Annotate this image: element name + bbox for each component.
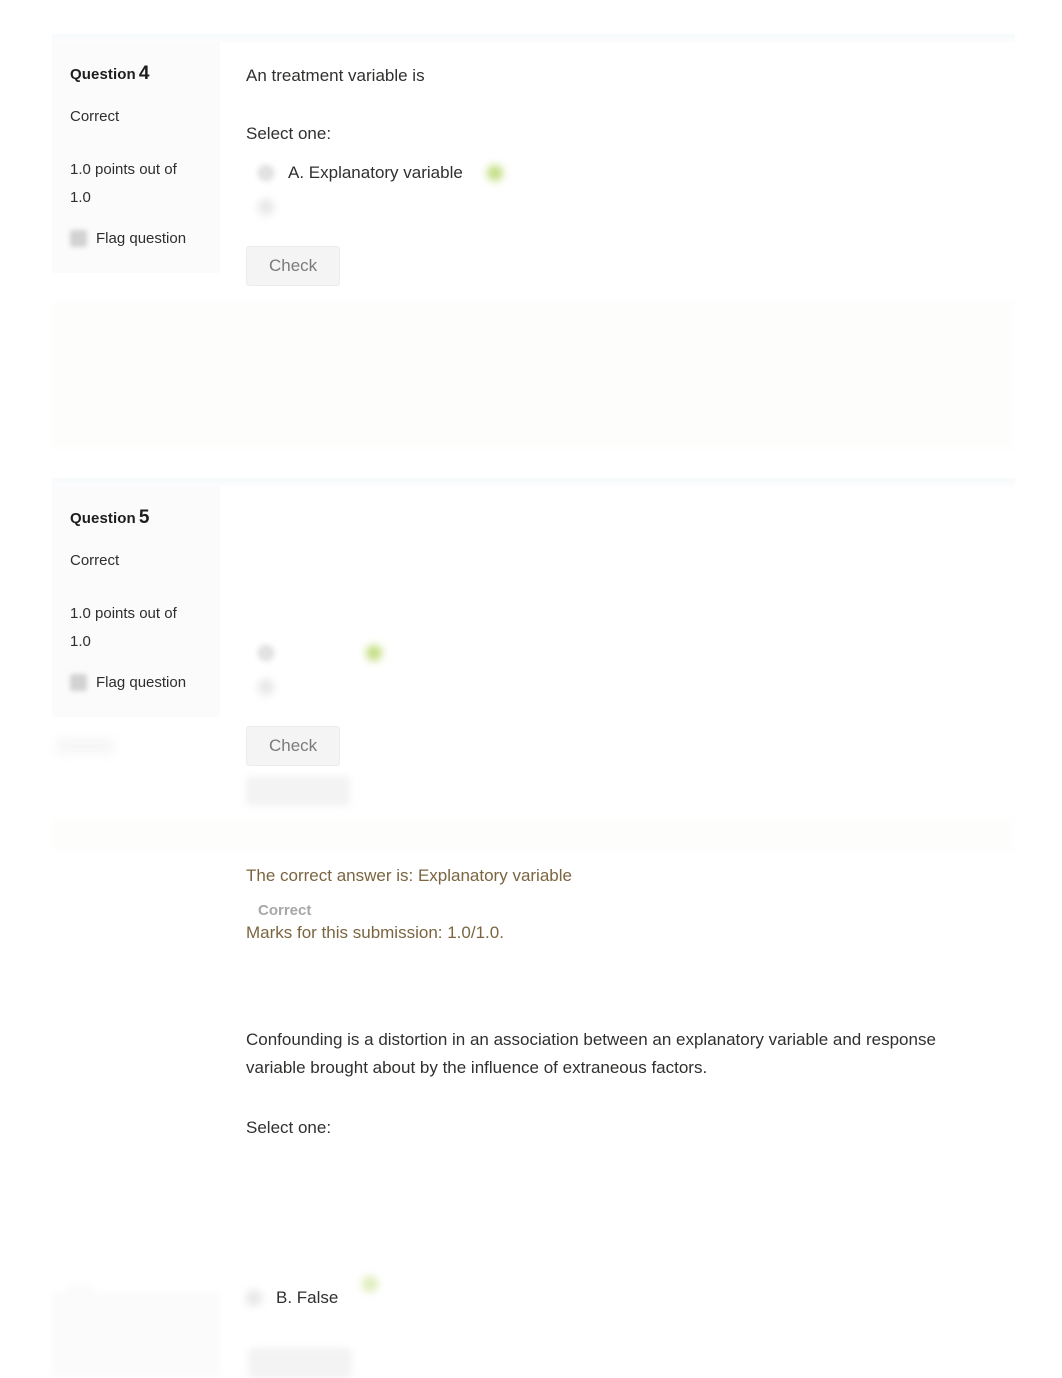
question-block-5: Question 5 Correct 1.0 points out of 1.0 … (52, 486, 1015, 832)
answer-label-4-a: A. Explanatory variable (288, 162, 463, 182)
answer-option-4-a[interactable]: A. Explanatory variable (246, 156, 991, 190)
question-number-label-5: Question (70, 510, 136, 527)
decorative-blur-left (56, 738, 114, 754)
select-one-label-6: Select one: (246, 1118, 332, 1138)
question-number-heading-5: Question 5 (70, 508, 202, 527)
confounding-paragraph: Confounding is a distortion in an associ… (246, 1030, 936, 1078)
confounding-paragraph-wrap: Confounding is a distortion in an associ… (246, 1026, 976, 1143)
check-button-4[interactable]: Check (246, 245, 341, 286)
answer-list-5 (246, 636, 991, 704)
question-number-value-4: 4 (138, 63, 150, 84)
answer-option-4-b[interactable] (246, 190, 991, 224)
quiz-review-page: Question 4 Correct 1.0 points out of 1.0 … (0, 0, 1062, 1378)
feedback-block: The correct answer is: Explanatory varia… (246, 866, 572, 943)
flag-icon (70, 673, 87, 691)
question-stem-4: An treatment variable is (246, 66, 425, 85)
question-number-label-4: Question (70, 66, 136, 83)
correct-check-icon (484, 162, 505, 183)
question-info-4: Question 4 Correct 1.0 points out of 1.0 … (52, 42, 220, 273)
feedback-panel-5 (52, 818, 1015, 852)
correct-answer-line: The correct answer is: Explanatory varia… (246, 866, 572, 885)
flag-question-label-5: Flag question (96, 673, 187, 691)
radio-button-4-b[interactable] (258, 198, 274, 215)
question-info-5: Question 5 Correct 1.0 points out of 1.0 … (52, 486, 220, 717)
answer-option-6-b[interactable]: B. False (246, 1288, 338, 1308)
radio-button-4-a[interactable] (258, 164, 274, 181)
question-grade-4: 1.0 points out of 1.0 (70, 161, 177, 206)
correct-check-icon (360, 1274, 380, 1294)
feedback-panel-4 (52, 300, 1015, 450)
secondary-action-button-5[interactable] (246, 776, 350, 806)
radio-button-5-b[interactable] (258, 679, 274, 695)
question-block-4: Question 4 Correct 1.0 points out of 1.0 … (52, 42, 1015, 312)
correct-check-icon (364, 643, 384, 663)
question-number-heading-4: Question 4 (70, 64, 202, 83)
feedback-state-label: Correct (258, 902, 312, 919)
check-button-5[interactable]: Check (246, 726, 341, 766)
feedback-marks-line: Marks for this submission: 1.0/1.0. (246, 923, 504, 942)
flag-icon (70, 229, 87, 247)
question-grade-5: 1.0 points out of 1.0 (70, 605, 177, 650)
radio-button-5-a[interactable] (258, 645, 274, 661)
answer-option-5-a[interactable] (246, 636, 991, 670)
question-content-4: An treatment variable is Select one: A. … (220, 42, 1015, 312)
question-content-5: Check (220, 486, 1015, 832)
radio-button-6-b[interactable] (246, 1290, 262, 1306)
flag-question-4[interactable]: Flag question (70, 229, 202, 247)
flag-question-label-4: Flag question (96, 229, 187, 247)
question-stem-5 (246, 506, 991, 602)
select-one-label-4: Select one: (246, 123, 332, 143)
answer-label-6-b: B. False (276, 1288, 339, 1307)
question-state-5: Correct (70, 552, 120, 569)
flag-question-5[interactable]: Flag question (70, 673, 202, 691)
question-state-4: Correct (70, 108, 120, 125)
question-info-placeholder-6 (52, 1292, 220, 1376)
question-number-value-5: 5 (138, 507, 150, 528)
answer-option-5-b[interactable] (246, 670, 991, 704)
answer-list-4: A. Explanatory variable (246, 156, 991, 224)
check-button-6[interactable] (248, 1348, 352, 1378)
